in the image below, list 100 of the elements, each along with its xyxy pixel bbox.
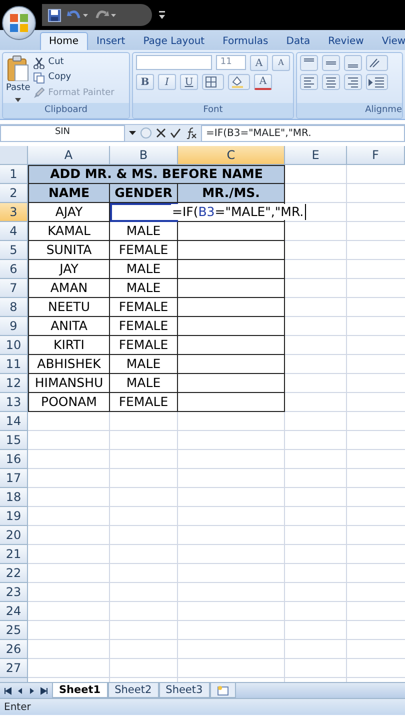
insert-sheet-tab[interactable] — [210, 683, 236, 698]
ribbon-tab[interactable]: Page Layout — [134, 32, 214, 50]
table-cell: KIRTI — [28, 336, 110, 355]
row-header[interactable]: 19 — [0, 507, 28, 526]
paste-button[interactable]: Paste — [6, 55, 30, 101]
row-header[interactable]: 24 — [0, 602, 28, 621]
name-box[interactable]: SIN — [0, 124, 125, 142]
header-cell: NAME — [28, 184, 110, 203]
table-cell: POONAM — [28, 393, 110, 412]
column-header[interactable]: F — [347, 146, 405, 165]
copy-icon — [33, 72, 46, 84]
column-header[interactable]: A — [28, 146, 110, 165]
indent-icon[interactable] — [366, 74, 388, 90]
row-header[interactable]: 16 — [0, 450, 28, 469]
row-header[interactable]: 25 — [0, 621, 28, 640]
dropdown-icon[interactable] — [129, 131, 136, 135]
align-bottom-icon[interactable] — [344, 55, 362, 71]
header-cell: MR./MS. — [178, 184, 285, 203]
row-header[interactable]: 17 — [0, 469, 28, 488]
row-header[interactable]: 27 — [0, 659, 28, 678]
formula-editor[interactable]: =IF(B3="MALE","MR. — [171, 204, 306, 220]
table-cell: FEMALE — [110, 241, 178, 260]
row-header[interactable]: 4 — [0, 222, 28, 241]
clipboard-command[interactable]: Cut — [33, 56, 114, 70]
row-header[interactable]: 3 — [0, 203, 28, 222]
row-header[interactable]: 11 — [0, 355, 28, 374]
table-cell: ABHISHEK — [28, 355, 110, 374]
row-header[interactable]: 20 — [0, 526, 28, 545]
row-header[interactable]: 10 — [0, 336, 28, 355]
row-header[interactable]: 5 — [0, 241, 28, 260]
shrink-font-button[interactable]: A — [272, 55, 290, 71]
column-header[interactable]: C — [178, 146, 285, 165]
row-header[interactable]: 9 — [0, 317, 28, 336]
ribbon-tab[interactable]: View — [372, 32, 405, 50]
clipboard-command[interactable]: Copy — [33, 71, 114, 85]
row-header[interactable]: 7 — [0, 279, 28, 298]
table-cell: HIMANSHU — [28, 374, 110, 393]
status-mode: Enter — [4, 700, 31, 714]
next-sheet-icon[interactable] — [28, 686, 36, 694]
group-label: Clipboard — [44, 104, 88, 117]
align-left-icon[interactable] — [300, 74, 318, 90]
formula-field[interactable]: =IF(B3="MALE","MR. — [201, 124, 405, 142]
ribbon-tab[interactable]: Formulas — [214, 32, 278, 50]
office-button[interactable] — [2, 6, 36, 40]
save-icon[interactable] — [48, 8, 61, 22]
align-center-icon[interactable] — [322, 74, 340, 90]
font-name-field[interactable] — [136, 55, 212, 70]
align-top-icon[interactable] — [300, 55, 318, 71]
prev-sheet-icon[interactable] — [16, 686, 24, 694]
row-header[interactable]: 23 — [0, 583, 28, 602]
row-header[interactable]: 14 — [0, 412, 28, 431]
column-header[interactable]: E — [285, 146, 347, 165]
row-header[interactable]: 6 — [0, 260, 28, 279]
row-header[interactable]: 2 — [0, 184, 28, 203]
row-header[interactable]: 21 — [0, 545, 28, 564]
column-header[interactable]: B — [110, 146, 178, 165]
sheet-tab[interactable]: Sheet2 — [108, 683, 159, 698]
table-cell: AMAN — [28, 279, 110, 298]
table-cell: KAMAL — [28, 222, 110, 241]
ribbon-tab[interactable]: Insert — [88, 32, 134, 50]
first-sheet-icon[interactable] — [4, 686, 12, 694]
customize-icon[interactable] — [158, 10, 166, 20]
font-color-button[interactable]: A — [254, 74, 272, 90]
font-style-button[interactable]: B — [136, 74, 154, 90]
row-header[interactable]: 1 — [0, 165, 28, 184]
ribbon-tab[interactable]: Home — [40, 32, 88, 50]
function-icon[interactable] — [185, 127, 197, 139]
row-header[interactable]: 8 — [0, 298, 28, 317]
ribbon-tab[interactable]: Review — [319, 32, 373, 50]
sheet-tab[interactable]: Sheet1 — [52, 683, 108, 698]
group-label: Alignme — [365, 104, 402, 117]
font-style-button[interactable]: U — [180, 74, 198, 90]
check-icon[interactable] — [170, 128, 181, 138]
row-header[interactable]: 12 — [0, 374, 28, 393]
table-cell: MALE — [110, 260, 178, 279]
orientation-icon[interactable] — [366, 55, 388, 71]
borders-icon[interactable] — [202, 74, 224, 90]
row-header[interactable]: 13 — [0, 393, 28, 412]
table-cell: SUNITA — [28, 241, 110, 260]
fill-color-icon[interactable] — [228, 74, 250, 90]
last-sheet-icon[interactable] — [40, 686, 48, 694]
redo-icon[interactable] — [95, 9, 117, 21]
ribbon-tab[interactable]: Data — [277, 32, 320, 50]
font-style-button[interactable]: I — [158, 74, 176, 90]
font-size-field[interactable]: 11 — [216, 55, 246, 70]
table-cell: FEMALE — [110, 298, 178, 317]
align-middle-icon[interactable] — [322, 55, 340, 71]
sheet-tab[interactable]: Sheet3 — [158, 683, 210, 698]
row-header[interactable]: 18 — [0, 488, 28, 507]
row-header[interactable]: 15 — [0, 431, 28, 450]
brush-icon — [33, 87, 46, 100]
table-cell: NEETU — [28, 298, 110, 317]
undo-icon[interactable] — [67, 9, 89, 21]
table-cell: JAY — [28, 260, 110, 279]
row-header[interactable]: 26 — [0, 640, 28, 659]
align-right-icon[interactable] — [344, 74, 362, 90]
cancel-icon[interactable] — [156, 128, 166, 138]
row-header[interactable]: 22 — [0, 564, 28, 583]
header-cell: GENDER — [110, 184, 178, 203]
grow-font-button[interactable]: A — [250, 55, 268, 71]
